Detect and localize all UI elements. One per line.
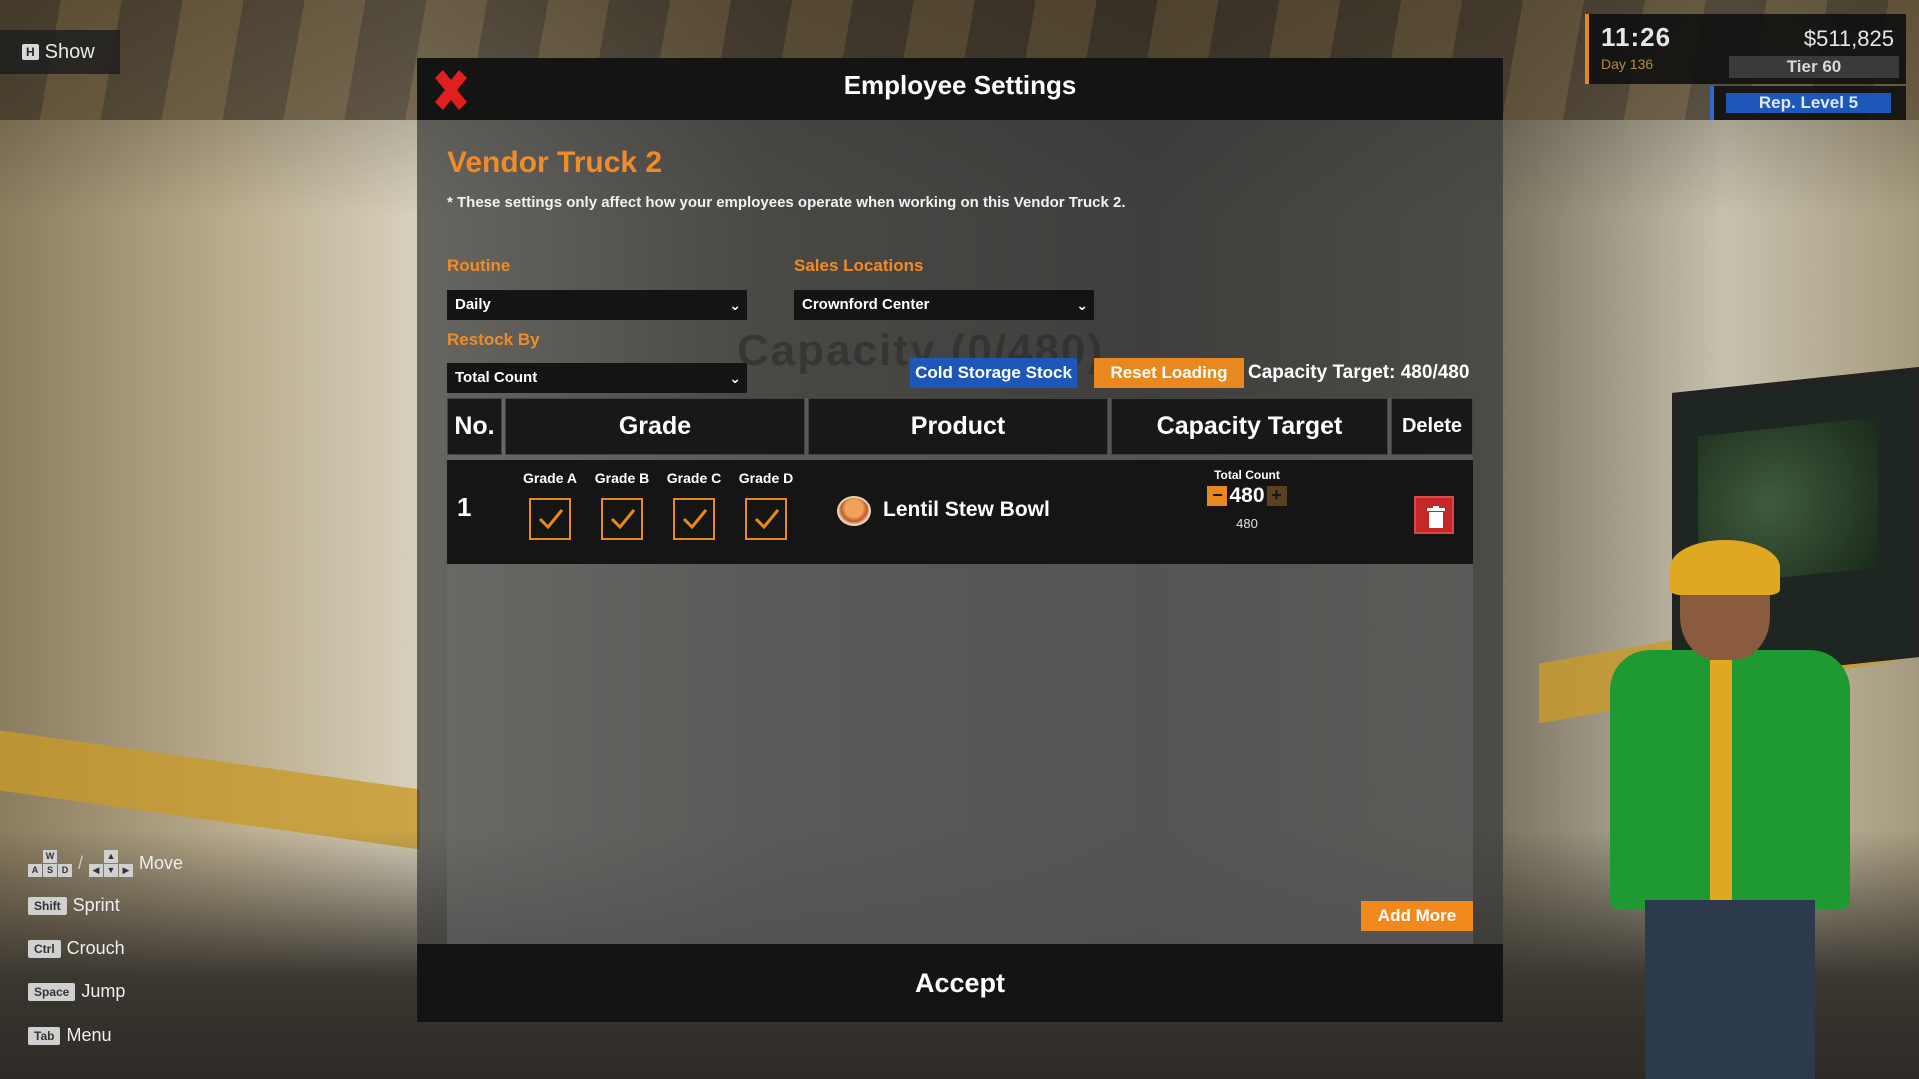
sprint-label: Sprint — [72, 895, 120, 915]
product-table: No. Grade Product Capacity Target Delete… — [447, 398, 1473, 958]
routine-label: Routine — [447, 256, 511, 275]
product-name: Lentil Stew Bowl — [883, 498, 1050, 521]
employee-settings-dialog: Employee Settings Vendor Truck 2 * These… — [417, 58, 1503, 1022]
decrease-button[interactable]: − — [1207, 486, 1228, 506]
crouch-key: Ctrl — [28, 939, 61, 958]
header-delete: Delete — [1391, 398, 1473, 455]
character-pants — [1645, 900, 1815, 1079]
wasd-keys-icon: W ASD — [28, 850, 72, 877]
reset-loading-button[interactable]: Reset Loading — [1094, 358, 1244, 388]
restock-by-value: Total Count — [455, 369, 538, 386]
sales-locations-select[interactable]: Crownford Center ⌄ — [794, 290, 1094, 320]
grade-b-column: Grade B — [592, 470, 652, 540]
restock-by-label: Restock By — [447, 330, 540, 349]
routine-select[interactable]: Daily ⌄ — [447, 290, 747, 320]
grade-c-checkbox[interactable] — [673, 498, 715, 540]
crouch-label: Crouch — [66, 938, 125, 958]
sales-locations-label: Sales Locations — [794, 256, 924, 275]
grade-c-column: Grade C — [664, 470, 724, 540]
settings-note: * These settings only affect how your em… — [447, 194, 1126, 211]
control-crouch: Ctrl Crouch — [28, 938, 125, 959]
capacity-stepper: Total Count − 480 + 480 — [1207, 468, 1287, 531]
delete-button[interactable] — [1414, 496, 1454, 534]
cold-storage-stock-button[interactable]: Cold Storage Stock — [910, 358, 1077, 388]
hint-key: H — [22, 44, 39, 60]
routine-value: Daily — [455, 296, 491, 313]
accept-button[interactable]: Accept — [417, 944, 1503, 1022]
sprint-key: Shift — [28, 896, 67, 915]
control-jump: Space Jump — [28, 981, 125, 1002]
close-icon[interactable] — [429, 68, 473, 112]
background-employee-character — [1600, 540, 1860, 1079]
increase-button[interactable]: + — [1266, 486, 1287, 506]
game-day: Day 136 — [1601, 56, 1654, 72]
game-time: 11:26 — [1601, 22, 1672, 52]
grade-label: Grade B — [594, 470, 650, 486]
grade-d-checkbox[interactable] — [745, 498, 787, 540]
grade-b-checkbox[interactable] — [601, 498, 643, 540]
grade-a-checkbox[interactable] — [529, 498, 571, 540]
menu-key: Tab — [28, 1026, 61, 1045]
control-move-label: Move — [139, 853, 184, 873]
restock-by-select[interactable]: Total Count ⌄ — [447, 363, 747, 393]
table-row: 1 Grade A Grade B Grade C Grade D Lentil… — [447, 460, 1473, 564]
header-capacity-target: Capacity Target — [1111, 398, 1388, 455]
hud-panel: 11:26 Day 136 $511,825 Tier 60 — [1585, 14, 1906, 84]
header-no: No. — [447, 398, 502, 455]
jump-key: Space — [28, 982, 76, 1001]
dialog-title: Employee Settings — [843, 70, 1077, 100]
control-sprint: Shift Sprint — [28, 895, 120, 916]
chevron-down-icon: ⌄ — [729, 297, 741, 313]
trash-icon — [1427, 506, 1445, 528]
grade-label: Grade D — [738, 470, 794, 486]
capacity-current: 480 — [1236, 516, 1258, 531]
capacity-value: 480 — [1229, 484, 1265, 507]
header-grade: Grade — [505, 398, 805, 455]
jump-label: Jump — [81, 981, 126, 1001]
grade-label: Grade A — [523, 470, 577, 486]
add-more-button[interactable]: Add More — [1361, 901, 1473, 931]
grade-d-column: Grade D — [736, 470, 796, 540]
reputation-panel: Rep. Level 5 — [1710, 86, 1906, 120]
character-cap — [1670, 540, 1780, 595]
grade-label: Grade C — [666, 470, 722, 486]
chevron-down-icon: ⌄ — [1076, 297, 1088, 313]
menu-label: Menu — [66, 1025, 112, 1045]
show-hud-hint[interactable]: H Show — [0, 30, 120, 74]
sales-locations-value: Crownford Center — [802, 296, 930, 313]
reputation-level: Rep. Level 5 — [1726, 93, 1891, 113]
truck-name: Vendor Truck 2 — [447, 146, 663, 179]
dialog-header: Employee Settings — [417, 58, 1503, 120]
stew-bowl-icon — [837, 496, 871, 526]
character-shirt-band — [1710, 660, 1732, 910]
header-product: Product — [808, 398, 1108, 455]
control-move: W ASD / ▲ ◀ ▼ ▶ Move — [28, 850, 183, 877]
capacity-target-summary: Capacity Target: 480/480 — [1248, 362, 1470, 383]
arrow-keys-icon: ▲ ◀ ▼ ▶ — [89, 850, 134, 877]
control-menu: Tab Menu — [28, 1025, 111, 1046]
money-display: $511,825 — [1803, 26, 1894, 51]
row-number: 1 — [457, 492, 472, 522]
count-type-label: Total Count — [1214, 468, 1280, 482]
tier-display: Tier 60 — [1729, 56, 1899, 78]
grade-a-column: Grade A — [520, 470, 580, 540]
hint-label: Show — [44, 40, 95, 63]
